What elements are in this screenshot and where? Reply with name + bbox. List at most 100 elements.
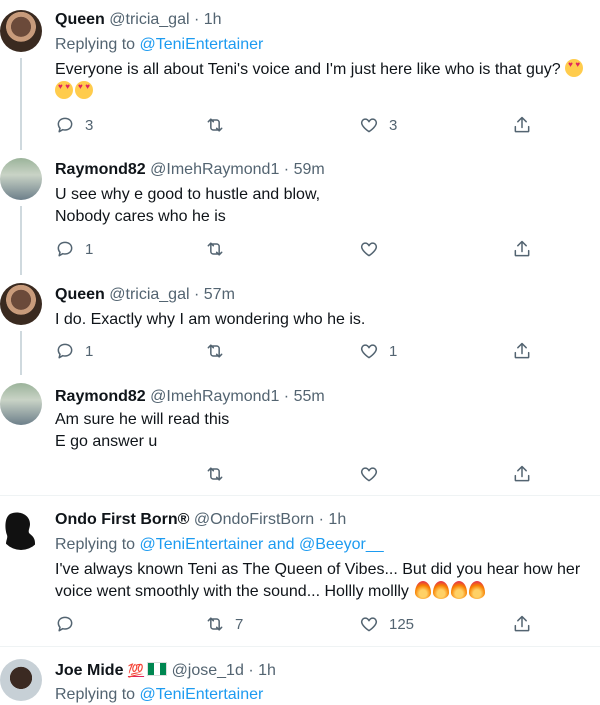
tweet-actions: 3 3 — [55, 114, 535, 136]
retweet-icon — [207, 118, 223, 132]
share-icon — [514, 116, 530, 133]
tweet-text-line: Nobody cares who he is — [55, 208, 226, 225]
timestamp[interactable]: 59m — [294, 161, 325, 178]
nigeria-flag-emoji — [147, 662, 168, 676]
reply-button[interactable]: 1 — [55, 340, 93, 362]
share-button[interactable] — [512, 613, 532, 635]
user-handle[interactable]: @tricia_gal — [109, 11, 189, 28]
replying-prefix: Replying to — [55, 36, 140, 53]
user-handle[interactable]: @OndoFirstBorn — [194, 511, 314, 528]
retweet-count: 7 — [235, 615, 244, 633]
tweet-header: Queen @tricia_gal · 57m — [55, 285, 235, 305]
like-count: 125 — [389, 615, 415, 633]
like-button[interactable]: 1 — [359, 340, 397, 362]
like-button[interactable]: 3 — [359, 114, 397, 136]
reply-icon — [57, 343, 73, 359]
fire-emoji — [433, 581, 450, 599]
avatar[interactable] — [0, 158, 42, 200]
share-button[interactable] — [512, 340, 532, 362]
tweet-1[interactable]: Queen @tricia_gal · 1h Replying to @Teni… — [0, 0, 600, 150]
tweet-header: Queen @tricia_gal · 1h — [55, 10, 222, 30]
user-handle[interactable]: @ImehRaymond1 — [150, 161, 279, 178]
reply-icon — [57, 117, 73, 133]
thread-line — [20, 331, 22, 375]
retweet-button[interactable] — [205, 114, 235, 136]
share-button[interactable] — [512, 238, 532, 260]
tweet-5[interactable]: Ondo First Born® @OndoFirstBorn · 1h Rep… — [0, 496, 600, 646]
avatar[interactable] — [0, 659, 42, 701]
tweet-6[interactable]: Joe Mide 💯 @jose_1d · 1h Replying to @Te… — [0, 647, 600, 703]
like-button[interactable] — [359, 463, 389, 485]
tweet-actions: 1 — [55, 238, 535, 260]
tweet-text-line: E go answer u — [55, 433, 158, 450]
share-button[interactable] — [512, 463, 532, 485]
replying-prefix: Replying to — [55, 686, 140, 703]
timestamp[interactable]: 1h — [328, 511, 346, 528]
tweet-text-line: I've always known Teni as The Queen of V… — [55, 561, 581, 578]
tweet-actions — [55, 463, 535, 485]
reply-count: 1 — [85, 240, 94, 258]
tweet-text-line: voice went smoothly with the sound... Ho… — [55, 583, 409, 600]
reply-button[interactable] — [55, 613, 85, 635]
timestamp[interactable]: 1h — [258, 662, 276, 679]
like-button[interactable]: 125 — [359, 613, 414, 635]
tweet-text: Am sure he will read this E go answer u — [55, 409, 229, 453]
heart-eyes-emoji — [55, 81, 73, 99]
replying-to: Replying to @TeniEntertainer and @Beeyor… — [55, 535, 384, 555]
reply-count: 1 — [85, 342, 94, 360]
replying-to: Replying to @TeniEntertainer — [55, 35, 263, 55]
heart-eyes-emoji — [565, 59, 584, 77]
display-name[interactable]: Joe Mide — [55, 662, 123, 679]
tweet-text-line: Everyone is all about Teni's voice and I… — [55, 61, 561, 78]
separator-dot: · — [318, 511, 324, 528]
tweet-actions: 1 1 — [55, 340, 535, 362]
reply-button[interactable]: 3 — [55, 114, 93, 136]
tweet-text-line: I do. Exactly why I am wondering who he … — [55, 311, 366, 328]
display-name[interactable]: Ondo First Born® — [55, 511, 189, 528]
user-handle[interactable]: @tricia_gal — [109, 286, 189, 303]
tweet-text-line: Am sure he will read this — [55, 411, 230, 428]
display-name[interactable]: Raymond82 — [55, 161, 146, 178]
separator-dot: · — [248, 662, 254, 679]
retweet-icon — [207, 617, 223, 631]
avatar[interactable] — [0, 283, 42, 325]
replying-to-link[interactable]: @TeniEntertainer — [140, 36, 264, 53]
user-handle[interactable]: @jose_1d — [172, 662, 244, 679]
timestamp[interactable]: 1h — [204, 11, 222, 28]
retweet-button[interactable] — [205, 340, 235, 362]
tweet-4[interactable]: Raymond82 @ImehRaymond1 · 55m Am sure he… — [0, 375, 600, 495]
reply-button[interactable]: 1 — [55, 238, 93, 260]
display-name[interactable]: Raymond82 — [55, 388, 146, 405]
retweet-button[interactable]: 7 — [205, 613, 243, 635]
timestamp[interactable]: 57m — [204, 286, 235, 303]
retweet-icon — [207, 344, 223, 358]
like-count: 3 — [389, 116, 398, 134]
reply-button[interactable] — [55, 463, 85, 485]
thread-line — [20, 58, 22, 150]
avatar[interactable] — [0, 508, 42, 550]
tweet-text: I've always known Teni as The Queen of V… — [55, 559, 580, 603]
replying-to-link[interactable]: @TeniEntertainer — [140, 686, 264, 703]
avatar[interactable] — [0, 10, 42, 52]
user-handle[interactable]: @ImehRaymond1 — [150, 388, 279, 405]
silhouette-image — [5, 512, 36, 550]
like-icon — [360, 118, 378, 133]
tweet-text: U see why e good to hustle and blow, Nob… — [55, 184, 320, 228]
tweet-2[interactable]: Raymond82 @ImehRaymond1 · 59m U see why … — [0, 150, 600, 275]
timestamp[interactable]: 55m — [294, 388, 325, 405]
display-name[interactable]: Queen — [55, 11, 105, 28]
retweet-button[interactable] — [205, 238, 235, 260]
tweet-3[interactable]: Queen @tricia_gal · 57m I do. Exactly wh… — [0, 275, 600, 375]
fire-emoji — [415, 581, 432, 599]
like-icon — [360, 242, 378, 257]
share-button[interactable] — [512, 114, 532, 136]
retweet-button[interactable] — [205, 463, 235, 485]
avatar[interactable] — [0, 383, 42, 425]
replying-to-link[interactable]: @TeniEntertainer and @Beeyor__ — [140, 536, 384, 553]
tweet-header: Joe Mide 💯 @jose_1d · 1h — [55, 661, 276, 681]
heart-eyes-emoji — [75, 81, 93, 99]
share-icon — [514, 615, 530, 632]
display-name[interactable]: Queen — [55, 286, 105, 303]
like-button[interactable] — [359, 238, 389, 260]
reply-icon — [57, 241, 73, 257]
